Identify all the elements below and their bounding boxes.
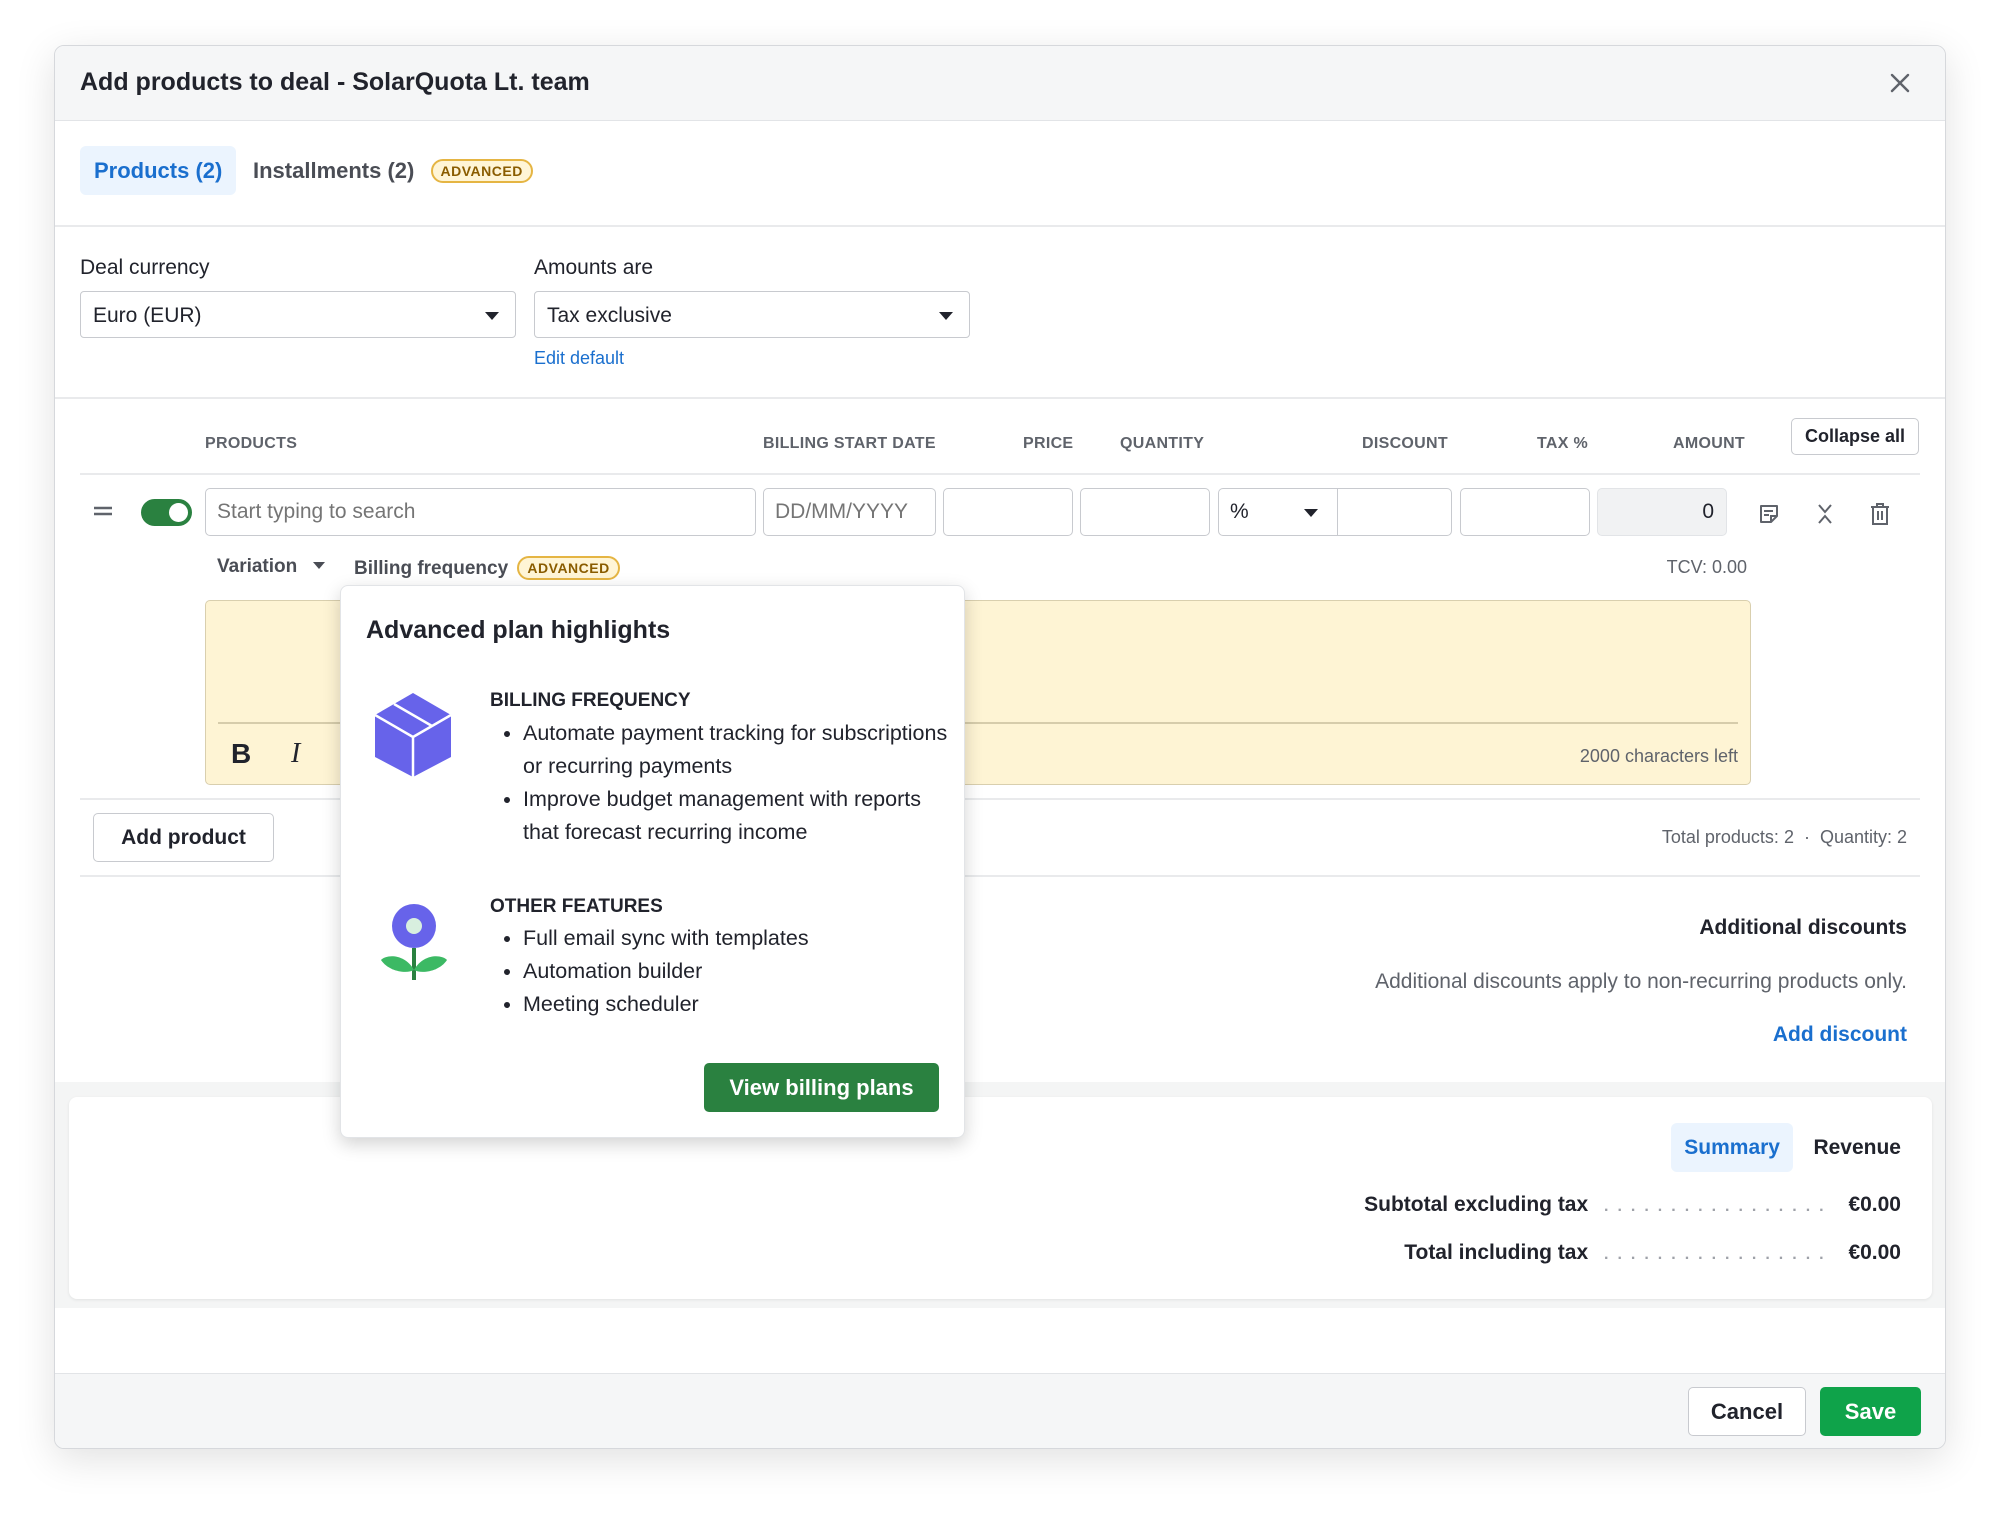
billing-frequency[interactable]: Billing frequency ADVANCED bbox=[354, 556, 620, 580]
flower-icon bbox=[381, 904, 447, 982]
price-input[interactable] bbox=[943, 488, 1073, 536]
chevron-down-icon bbox=[1304, 509, 1318, 517]
column-header-tax: TAX % bbox=[1537, 435, 1588, 452]
tab-installments-label: Installments (2) bbox=[253, 158, 415, 183]
leader-dots: ................. bbox=[1604, 1198, 1833, 1215]
modal-title: Add products to deal - SolarQuota Lt. te… bbox=[80, 68, 590, 96]
variation-label: Variation bbox=[217, 556, 298, 577]
tcv-value: TCV: 0.00 bbox=[1666, 557, 1747, 577]
advanced-badge: ADVANCED bbox=[517, 556, 620, 580]
totals-summary: Total products: 2 · Quantity: 2 bbox=[1661, 827, 1907, 847]
save-button[interactable]: Save bbox=[1820, 1387, 1921, 1436]
chevron-down-icon bbox=[485, 312, 499, 320]
chevron-down-icon bbox=[312, 562, 325, 569]
delete-icon[interactable] bbox=[1869, 502, 1891, 526]
add-discount-link[interactable]: Add discount bbox=[1773, 1023, 1907, 1047]
advanced-plan-popover: Advanced plan highlights BILLING FREQUEN… bbox=[340, 585, 965, 1138]
additional-discounts-description: Additional discounts apply to non-recurr… bbox=[1375, 970, 1907, 993]
product-search-input[interactable] bbox=[205, 488, 756, 536]
column-header-price: PRICE bbox=[1023, 435, 1074, 452]
total-value: €0.00 bbox=[1848, 1241, 1901, 1264]
divider bbox=[55, 397, 1945, 399]
list-item: Meeting scheduler bbox=[523, 988, 953, 1021]
other-features-heading: OTHER FEATURES bbox=[490, 896, 663, 917]
billing-frequency-heading: BILLING FREQUENCY bbox=[490, 690, 691, 711]
billing-frequency-label: Billing frequency bbox=[354, 558, 509, 579]
list-item: Automate payment tracking for subscripti… bbox=[523, 717, 953, 783]
subtotal-row: Subtotal excluding tax .................… bbox=[1364, 1193, 1901, 1217]
collapse-all-button[interactable]: Collapse all bbox=[1791, 418, 1919, 455]
chevron-down-icon bbox=[939, 312, 953, 320]
tax-input[interactable] bbox=[1460, 488, 1590, 536]
tab-bar: Products (2) Installments (2) ADVANCED bbox=[55, 121, 1945, 227]
other-features-list: Full email sync with templates Automatio… bbox=[490, 922, 953, 1021]
cancel-button[interactable]: Cancel bbox=[1688, 1387, 1806, 1436]
box-icon bbox=[373, 691, 453, 779]
toggle-knob bbox=[169, 503, 188, 522]
total-row: Total including tax ................. €0… bbox=[1404, 1241, 1901, 1265]
amounts-are-label: Amounts are bbox=[534, 256, 654, 279]
popover-title: Advanced plan highlights bbox=[366, 616, 671, 644]
modal-header: Add products to deal - SolarQuota Lt. te… bbox=[55, 46, 1945, 121]
drag-handle-icon[interactable] bbox=[93, 504, 113, 518]
discount-type-value: % bbox=[1230, 500, 1249, 523]
bold-button[interactable]: B bbox=[231, 738, 251, 770]
tab-installments[interactable]: Installments (2) ADVANCED bbox=[253, 146, 533, 195]
summary-section: Summary Revenue Subtotal excluding tax .… bbox=[55, 1082, 1945, 1308]
deal-currency-label: Deal currency bbox=[80, 256, 210, 279]
discount-type-select[interactable]: % bbox=[1218, 488, 1452, 536]
divider bbox=[1337, 489, 1338, 535]
advanced-badge: ADVANCED bbox=[430, 159, 533, 183]
view-billing-plans-button[interactable]: View billing plans bbox=[704, 1063, 939, 1112]
edit-default-link[interactable]: Edit default bbox=[534, 348, 624, 369]
additional-discounts-title: Additional discounts bbox=[1699, 916, 1907, 939]
leader-dots: ................. bbox=[1604, 1246, 1833, 1263]
deal-currency-select[interactable]: Euro (EUR) bbox=[80, 291, 516, 338]
add-products-modal: Add products to deal - SolarQuota Lt. te… bbox=[54, 45, 1946, 1449]
column-header-quantity: QUANTITY bbox=[1120, 435, 1205, 452]
product-enabled-toggle[interactable] bbox=[141, 499, 192, 526]
list-item: Automation builder bbox=[523, 955, 953, 988]
column-header-products: PRODUCTS bbox=[205, 435, 298, 452]
column-header-discount: DISCOUNT bbox=[1362, 435, 1448, 452]
variation-dropdown[interactable]: Variation bbox=[217, 556, 325, 578]
italic-button[interactable]: I bbox=[291, 738, 300, 770]
quantity-input[interactable] bbox=[1080, 488, 1210, 536]
amount-value: 0 bbox=[1597, 488, 1727, 536]
list-item: Improve budget management with reports t… bbox=[523, 783, 953, 849]
add-product-button[interactable]: Add product bbox=[93, 813, 274, 862]
tab-products[interactable]: Products (2) bbox=[80, 146, 237, 195]
close-icon[interactable] bbox=[1887, 70, 1913, 96]
column-header-amount: AMOUNT bbox=[1673, 435, 1746, 452]
subtotal-label: Subtotal excluding tax bbox=[1364, 1193, 1589, 1216]
tab-summary[interactable]: Summary bbox=[1671, 1123, 1793, 1172]
collapse-row-icon[interactable] bbox=[1813, 502, 1837, 526]
amounts-are-value: Tax exclusive bbox=[547, 304, 672, 327]
divider bbox=[80, 473, 1920, 475]
deal-currency-value: Euro (EUR) bbox=[93, 304, 202, 327]
modal-footer: Cancel Save bbox=[55, 1373, 1945, 1448]
list-item: Full email sync with templates bbox=[523, 922, 953, 955]
billing-frequency-list: Automate payment tracking for subscripti… bbox=[490, 717, 953, 849]
characters-left: 2000 characters left bbox=[1579, 746, 1738, 766]
subtotal-value: €0.00 bbox=[1848, 1193, 1901, 1216]
note-icon[interactable] bbox=[1757, 502, 1781, 526]
total-label: Total including tax bbox=[1404, 1241, 1589, 1264]
amounts-are-select[interactable]: Tax exclusive bbox=[534, 291, 970, 338]
column-header-billing-start-date: BILLING START DATE bbox=[763, 435, 936, 452]
billing-start-date-input[interactable] bbox=[763, 488, 936, 536]
tab-revenue[interactable]: Revenue bbox=[1813, 1123, 1901, 1172]
